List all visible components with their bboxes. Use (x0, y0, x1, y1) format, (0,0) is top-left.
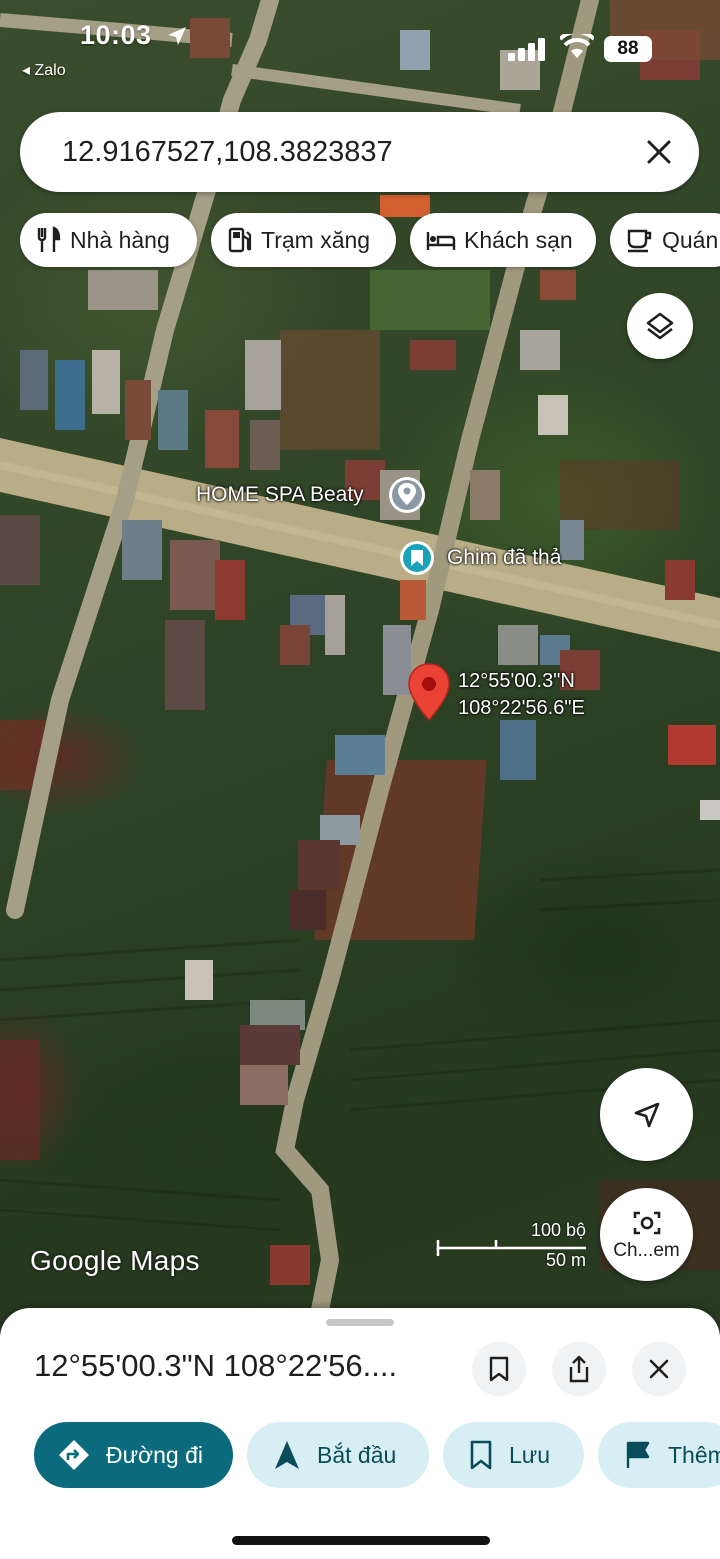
navigation-arrow-icon (275, 1441, 299, 1469)
start-label: Bắt đầu (317, 1441, 397, 1468)
directions-button[interactable]: Đường đi (34, 1422, 233, 1488)
scale-meters: 50 m (545, 1250, 586, 1270)
dropped-pin-icon[interactable] (398, 539, 436, 577)
close-icon[interactable] (643, 136, 675, 168)
my-location-button[interactable] (600, 1068, 693, 1161)
restaurant-icon (37, 226, 61, 252)
save-button[interactable]: Lưu (443, 1422, 584, 1488)
chip-label: Trạm xăng (261, 226, 371, 253)
sheet-drag-handle[interactable] (326, 1319, 394, 1326)
place-marker-icon[interactable] (386, 474, 428, 516)
search-input[interactable]: 12.9167527,108.3823837 (62, 136, 393, 169)
home-indicator[interactable] (232, 1536, 490, 1545)
save-label: Lưu (509, 1441, 550, 1468)
share-icon (569, 1355, 589, 1383)
chip-label: Nhà hàng (70, 226, 170, 253)
sheet-title: 12°55'00.3"N 108°22'56.... (34, 1348, 398, 1383)
chip-restaurants[interactable]: Nhà hàng (20, 213, 197, 267)
bookmark-icon (470, 1440, 492, 1470)
share-button[interactable] (552, 1342, 606, 1396)
more-button[interactable]: Thêm (598, 1422, 720, 1488)
chip-hotels[interactable]: Khách sạn (410, 213, 596, 267)
location-arrow-icon (168, 27, 186, 45)
wifi-icon (560, 34, 594, 58)
chip-label: Quán (662, 226, 719, 253)
pin-latitude: 12°55'00.3"N (458, 670, 575, 692)
chip-label: Khách sạn (464, 226, 573, 253)
layers-icon (646, 312, 674, 340)
directions-icon (59, 1440, 89, 1470)
close-icon (649, 1359, 669, 1379)
map-scale: 100 bộ 50 m (436, 1218, 596, 1270)
layers-button[interactable] (627, 293, 693, 359)
google-maps-logo: Google Maps (30, 1245, 200, 1276)
flag-icon (626, 1441, 650, 1468)
place-label[interactable]: HOME SPA Beaty (196, 483, 364, 507)
back-to-app-link[interactable]: ◂ Zalo (22, 60, 66, 80)
hotel-icon (426, 232, 456, 250)
dropped-pin-label[interactable]: Ghim đã thả (447, 546, 561, 570)
pin-coordinates: 12°55'00.3"N 108°22'56.6"E (458, 668, 585, 722)
save-bookmark-button[interactable] (472, 1342, 526, 1396)
close-sheet-button[interactable] (632, 1342, 686, 1396)
chip-gas-stations[interactable]: Trạm xăng (211, 213, 396, 267)
chip-cafes[interactable]: Quán (610, 213, 720, 267)
directions-label: Đường đi (106, 1441, 203, 1468)
start-button[interactable]: Bắt đầu (247, 1422, 429, 1488)
camera-lens-icon (633, 1211, 660, 1234)
coffee-icon (627, 229, 652, 253)
pin-longitude: 108°22'56.6"E (458, 697, 585, 719)
lens-button[interactable]: Ch...em (600, 1188, 693, 1281)
lens-label: Ch...em (613, 1239, 680, 1261)
gas-station-icon (228, 227, 252, 253)
bookmark-icon (489, 1356, 509, 1382)
navigation-arrow-icon (634, 1102, 659, 1127)
location-pin-icon[interactable] (406, 662, 452, 724)
search-bar[interactable]: 12.9167527,108.3823837 (20, 112, 699, 192)
battery-indicator: 88 (604, 36, 652, 62)
more-label: Thêm (668, 1441, 720, 1468)
status-time: 10:03 (80, 20, 152, 50)
cellular-signal-icon (508, 38, 545, 61)
scale-feet: 100 bộ (530, 1220, 586, 1240)
